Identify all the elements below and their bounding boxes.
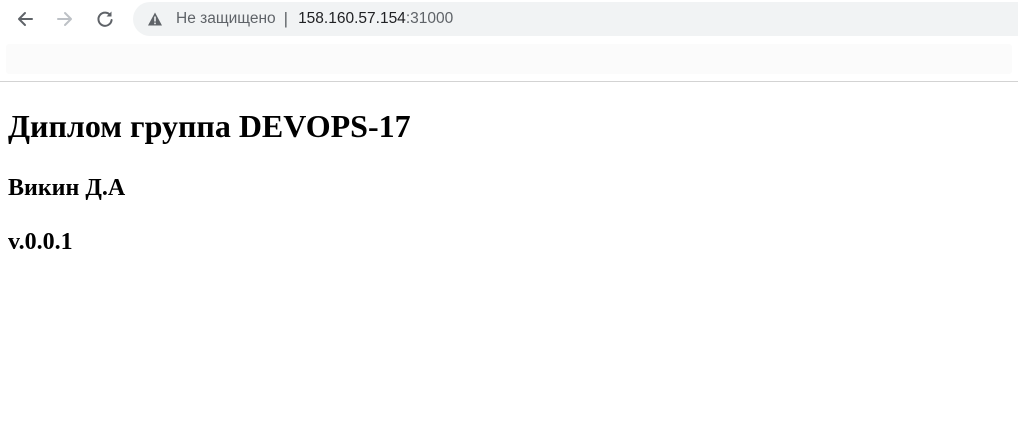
forward-button[interactable]: [50, 4, 80, 34]
arrow-right-icon: [55, 9, 75, 29]
address-separator: |: [283, 9, 289, 28]
security-status-label[interactable]: Не защищено: [176, 10, 276, 28]
address-bar[interactable]: Не защищено | 158.160.57.154 :31000: [133, 2, 1018, 36]
author-heading: Викин Д.А: [8, 175, 126, 201]
bookmarks-bar-area: [6, 44, 1012, 74]
url-host[interactable]: 158.160.57.154: [298, 10, 406, 28]
page-content: Диплом группа DEVOPS-17 Викин Д.А v.0.0.…: [0, 82, 1018, 446]
reload-icon: [95, 9, 115, 29]
browser-toolbar: Не защищено | 158.160.57.154 :31000: [0, 0, 1018, 38]
reload-button[interactable]: [90, 4, 120, 34]
warning-triangle-icon[interactable]: [147, 11, 163, 27]
version-heading: v.0.0.1: [8, 229, 73, 255]
url-port[interactable]: :31000: [406, 10, 453, 28]
arrow-left-icon: [15, 9, 35, 29]
bookmarks-bar: [0, 38, 1018, 81]
page-title: Диплом группа DEVOPS-17: [8, 108, 411, 144]
back-button[interactable]: [10, 4, 40, 34]
